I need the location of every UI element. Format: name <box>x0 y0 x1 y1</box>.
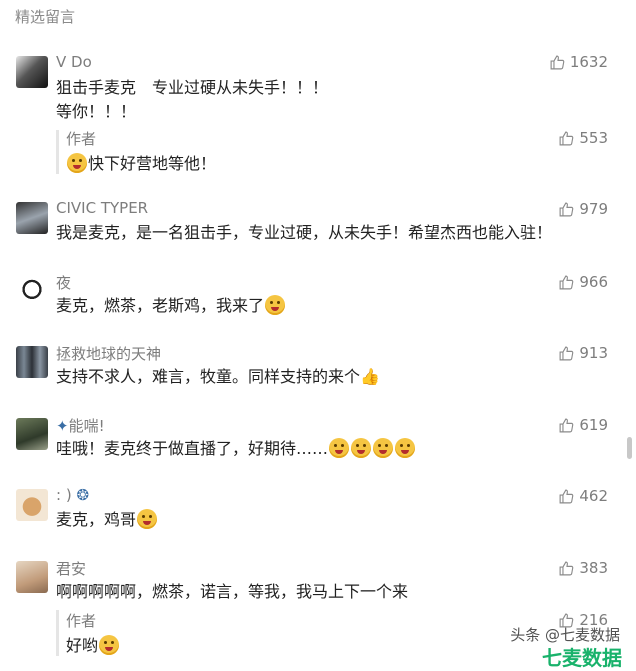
thumbs-up-icon <box>559 275 574 289</box>
comment-nickname: CIVIC TYPER <box>56 199 149 217</box>
like-button[interactable]: 383 <box>558 559 608 577</box>
reply-author: 作者 <box>66 612 97 630</box>
avatar[interactable] <box>16 418 48 450</box>
comment-nickname: V Do <box>56 53 92 71</box>
grin-emoji-icon <box>351 438 372 458</box>
tongue-emoji-icon <box>67 153 87 173</box>
reply-text: 好哟 <box>66 632 120 656</box>
thumbs-up-icon <box>559 418 574 432</box>
comment-nickname: 君安 <box>56 560 87 578</box>
thumbs-up-icon <box>559 346 574 360</box>
like-count: 619 <box>579 416 608 434</box>
like-button[interactable]: 462 <box>558 487 608 505</box>
reply-text: 快下好营地等他！ <box>66 150 216 174</box>
like-button[interactable]: 1632 <box>549 53 608 71</box>
thumbs-up-icon <box>559 489 574 503</box>
laugh-emoji-icon <box>373 438 394 458</box>
avatar[interactable] <box>16 346 48 378</box>
like-count: 913 <box>579 344 608 362</box>
smile-emoji-icon <box>265 295 286 315</box>
comment-text: 哇哦！麦克终于做直播了，好期待…… <box>56 437 416 461</box>
reply-author: 作者 <box>66 130 97 148</box>
smile-emoji-icon <box>99 635 120 655</box>
reply-divider <box>56 130 59 174</box>
like-button[interactable]: 913 <box>558 344 608 362</box>
badge-icon: ✦ <box>56 417 69 435</box>
thumbs-up-icon <box>559 202 574 216</box>
like-count: 966 <box>579 273 608 291</box>
thumbs-up-icon <box>559 561 574 575</box>
comment-nickname: : ) ❂ <box>56 486 90 504</box>
comment-nickname: ✦能喘! <box>56 417 105 435</box>
thumbs-up-icon <box>550 55 565 69</box>
like-count: 1632 <box>569 53 608 71</box>
avatar[interactable] <box>16 56 48 88</box>
section-title: 精选留言 <box>15 8 76 26</box>
like-count: 462 <box>579 487 608 505</box>
grin-emoji-icon <box>329 438 350 458</box>
like-button[interactable]: 979 <box>558 200 608 218</box>
laugh-emoji-icon <box>395 438 416 458</box>
comment-text: 我是麦克，是一名狙击手，专业过硬，从未失手！希望杰西也能入驻！ <box>56 223 553 242</box>
watermark-brand: 七麦数据 <box>542 646 622 670</box>
comment-nickname: 拯救地球的天神 <box>56 345 162 363</box>
like-count: 383 <box>579 559 608 577</box>
avatar[interactable] <box>16 202 48 234</box>
avatar[interactable] <box>16 489 48 521</box>
badge-icon: ❂ <box>76 486 90 504</box>
avatar[interactable] <box>16 275 48 307</box>
like-count: 979 <box>579 200 608 218</box>
reply-like-button[interactable]: 553 <box>558 129 608 147</box>
like-count: 553 <box>579 129 608 147</box>
comment-text: 麦克，燃茶，老斯鸡，我来了 <box>56 294 286 318</box>
avatar[interactable] <box>16 561 48 593</box>
thumbs-up-icon <box>559 131 574 145</box>
comment-text: 麦克，鸡哥 <box>56 508 158 532</box>
comment-text: 啊啊啊啊啊，燃茶，诺言，等我，我马上下一个来 <box>56 582 409 601</box>
comment-text-line2: 等你！！！ <box>56 102 137 121</box>
like-button[interactable]: 966 <box>558 273 608 291</box>
tongue-emoji-icon <box>137 509 158 529</box>
comment-nickname: 夜 <box>56 274 72 292</box>
thumbs-up-emoji-icon: 👍 <box>360 367 380 386</box>
scrollbar[interactable] <box>627 437 632 459</box>
reply-divider <box>56 610 59 656</box>
comment-text: 狙击手麦克 专业过硬从未失手！！！ <box>56 78 329 97</box>
comment-text: 支持不求人，难言，牧童。同样支持的来个👍 <box>56 365 380 389</box>
like-button[interactable]: 619 <box>558 416 608 434</box>
